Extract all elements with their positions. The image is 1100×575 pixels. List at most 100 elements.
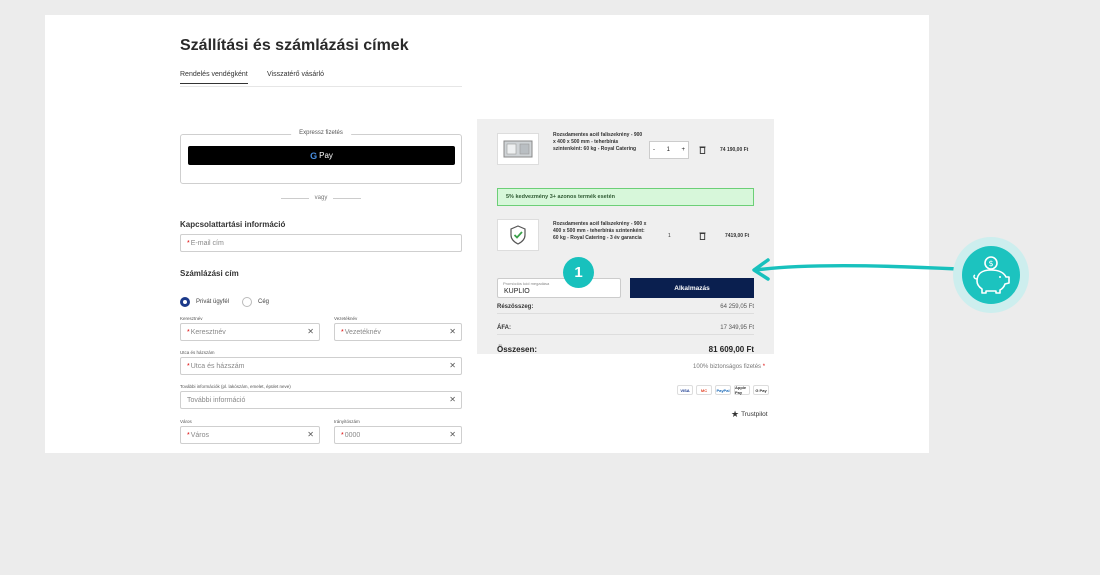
star-icon: ★ [731, 409, 740, 419]
apple-pay-icon: Apple Pay [734, 385, 750, 395]
visa-icon: VISA [677, 385, 693, 395]
qty-value[interactable]: 1 [667, 147, 670, 153]
piggy-bank-badge: $ [953, 237, 1029, 313]
street-label: Utca és házszám [180, 350, 215, 355]
google-pay-button[interactable]: G Pay [188, 146, 455, 165]
payment-methods: VISA MC PayPal Apple Pay G Pay [677, 385, 769, 395]
step-badge: 1 [563, 257, 594, 288]
street-field[interactable]: * Utca és házszám ✕ [180, 357, 462, 375]
google-g-icon: G [310, 150, 318, 161]
radio-company-label: Cég [258, 299, 270, 305]
city-field[interactable]: * Város ✕ [180, 426, 320, 444]
product-thumbnail[interactable] [497, 133, 539, 165]
promo-code-value[interactable]: KUPLIO [504, 288, 530, 295]
firstname-placeholder: Keresztnév [190, 328, 226, 336]
vat-label: ÁFA: [497, 325, 511, 331]
warranty-qty: 1 [668, 233, 671, 239]
warranty-product-name[interactable]: Rozsdamentes acél faliszekrény - 900 x 4… [553, 221, 649, 242]
lastname-label: Vezetéknév [334, 316, 358, 321]
email-field[interactable]: * E-mail cím [180, 234, 462, 252]
trustpilot-logo: ★ Trustpilot [731, 409, 768, 420]
email-placeholder: E-mail cím [190, 239, 224, 247]
required-mark: * [341, 328, 344, 336]
clear-icon[interactable]: ✕ [449, 395, 456, 404]
vat-value: 17 349,95 Ft [720, 325, 754, 331]
billing-heading: Számlázási cím [180, 269, 239, 278]
zip-field[interactable]: * 0000 ✕ [334, 426, 462, 444]
zip-label: Irányítószám [334, 419, 360, 424]
divider-line-left [280, 197, 309, 199]
city-placeholder: Város [190, 431, 210, 439]
subtotal-value: 64 259,05 Ft [720, 304, 754, 310]
total-label: Összesen: [497, 345, 538, 354]
secure-payment-mark: * [762, 364, 766, 370]
google-pay-label: Pay [319, 151, 333, 160]
secure-payment-text: 100% biztonságos fizetés [693, 364, 762, 370]
extra-info-field[interactable]: További információ ✕ [180, 391, 462, 409]
promo-code-label: Promóciós kód megadása [503, 281, 550, 286]
clear-icon[interactable]: ✕ [449, 430, 456, 439]
warranty-thumbnail[interactable] [497, 219, 539, 251]
lastname-placeholder: Vezetéknév [344, 328, 381, 336]
radio-company[interactable] [242, 297, 252, 307]
tab-returning-customer[interactable]: Visszatérő vásárló [267, 71, 324, 83]
paypal-icon: PayPal [715, 385, 731, 395]
radio-private-customer[interactable] [180, 297, 190, 307]
qty-plus-button[interactable]: + [681, 147, 685, 153]
subtotal-label: Részösszeg: [497, 304, 534, 310]
street-placeholder: Utca és házszám [190, 362, 245, 370]
required-mark: * [187, 362, 190, 370]
required-mark: * [187, 239, 190, 247]
radio-private-label: Privát ügyfél [196, 299, 230, 305]
secure-payment-note: 100% biztonságos fizetés * [693, 364, 765, 370]
total-value: 81 609,00 Ft [708, 345, 754, 354]
product-price: 74 190,00 Ft [720, 147, 749, 153]
qty-minus-button[interactable]: - [653, 147, 655, 153]
piggy-bank-icon: $ [973, 256, 1010, 294]
or-text: vagy [314, 195, 328, 201]
express-payment-box: Expressz fizetés G Pay [180, 130, 462, 184]
product-name[interactable]: Rozsdamentes acél faliszekrény - 900 x 4… [553, 132, 645, 153]
city-label: Város [180, 419, 192, 424]
vat-row: ÁFA: 17 349,95 Ft [497, 325, 754, 335]
required-mark: * [341, 431, 344, 439]
quantity-stepper[interactable]: - 1 + [649, 141, 689, 159]
clear-icon[interactable]: ✕ [307, 430, 314, 439]
shield-check-icon [510, 225, 526, 245]
contact-heading: Kapcsolattartási információ [180, 220, 286, 229]
pointer-arrow [752, 258, 960, 281]
or-divider: vagy [180, 195, 462, 201]
express-payment-label: Expressz fizetés [291, 130, 351, 136]
discount-banner: 5% kedvezmény 3+ azonos termék esetén [497, 188, 754, 206]
required-mark: * [187, 328, 190, 336]
zip-placeholder: 0000 [344, 431, 361, 439]
firstname-field[interactable]: * Keresztnév ✕ [180, 323, 320, 341]
promo-code-input[interactable]: Promóciós kód megadása KUPLIO [497, 278, 621, 298]
google-pay-icon: G Pay [753, 385, 769, 395]
checkout-tabs: Rendelés vendégként Visszatérő vásárló [180, 71, 462, 87]
extra-info-label: További információk (pl. lakószám, emele… [180, 384, 291, 389]
page-title: Szállítási és számlázási címek [180, 37, 409, 54]
warranty-price: 7419,00 Ft [725, 233, 750, 239]
cabinet-icon [503, 140, 533, 158]
total-row: Összesen: 81 609,00 Ft [497, 345, 754, 357]
apply-promo-button[interactable]: Alkalmazás [630, 278, 754, 298]
mastercard-icon: MC [696, 385, 712, 395]
trash-icon[interactable] [699, 231, 706, 240]
checkout-page: Szállítási és számlázási címek Rendelés … [45, 15, 929, 453]
lastname-field[interactable]: * Vezetéknév ✕ [334, 323, 462, 341]
extra-info-placeholder: További információ [187, 396, 246, 404]
firstname-label: Keresztnév [180, 316, 203, 321]
subtotal-row: Részösszeg: 64 259,05 Ft [497, 304, 754, 314]
clear-icon[interactable]: ✕ [307, 327, 314, 336]
svg-text:$: $ [988, 259, 993, 268]
tab-guest-order[interactable]: Rendelés vendégként [180, 71, 248, 84]
required-mark: * [187, 431, 190, 439]
trash-icon[interactable] [699, 145, 706, 154]
piggy-bank-circle: $ [962, 246, 1020, 304]
divider-line-right [333, 197, 362, 199]
clear-icon[interactable]: ✕ [449, 361, 456, 370]
trustpilot-text: Trustpilot [741, 411, 768, 418]
clear-icon[interactable]: ✕ [449, 327, 456, 336]
order-summary: Rozsdamentes acél faliszekrény - 900 x 4… [477, 119, 774, 354]
